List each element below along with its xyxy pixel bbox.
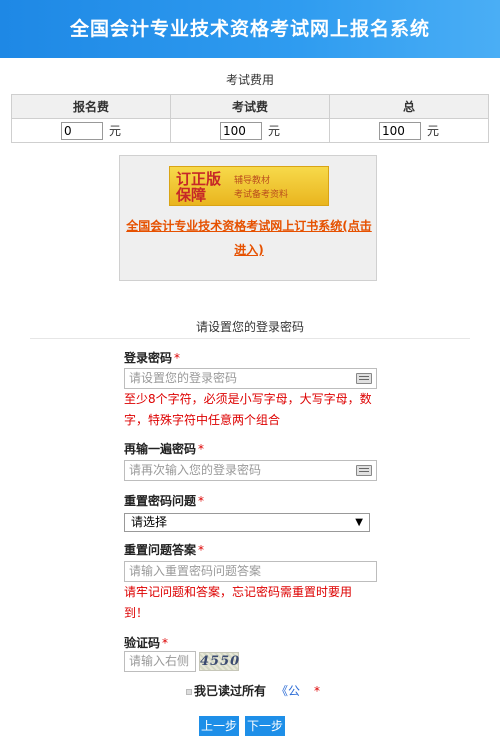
banner-subtext: 辅导教材 考试备考资料: [234, 174, 288, 202]
required-mark: *: [174, 351, 181, 365]
required-mark: *: [314, 684, 321, 698]
keyboard-icon[interactable]: [356, 465, 372, 476]
banner-line-1: 订正版: [176, 170, 222, 188]
exam-fee-field[interactable]: [219, 121, 262, 140]
prev-step-button[interactable]: 上一步: [199, 716, 239, 736]
required-mark: *: [162, 636, 169, 650]
fee-header-total: 总: [329, 94, 489, 119]
reset-question-select[interactable]: 请选择 ▼: [124, 513, 370, 532]
agreement-row: 我已读过所有 《公 *: [186, 682, 320, 699]
answer-hint: 请牢记问题和答案，忘记密码需重置时要用到！: [124, 585, 353, 620]
banner-sub-line-1: 辅导教材: [234, 176, 271, 186]
password-field[interactable]: 请设置您的登录密码: [124, 368, 377, 389]
captcha-placeholder: 请输入右侧: [129, 654, 190, 668]
confirm-placeholder: 请再次输入您的登录密码: [129, 463, 262, 477]
captcha-label-text: 验证码: [124, 636, 161, 650]
answer-placeholder: 请输入重置密码问题答案: [129, 564, 262, 578]
captcha-field[interactable]: 请输入右侧: [124, 651, 196, 672]
dropdown-arrow-icon: ▼: [355, 517, 363, 528]
required-mark: *: [198, 494, 205, 508]
reset-answer-label: 重置问题答案 *: [124, 541, 204, 558]
reset-answer-field[interactable]: 请输入重置密码问题答案: [124, 561, 377, 582]
book-order-link[interactable]: 全国会计专业技术资格考试网上订书系统(点击进入): [120, 214, 378, 262]
book-order-banner[interactable]: 订正版 保障 辅导教材 考试备考资料: [169, 166, 329, 206]
fee-caption: 考试费用: [225, 73, 274, 87]
fee-header-registration: 报名费: [11, 94, 171, 119]
banner-headline: 订正版 保障: [176, 171, 221, 203]
fee-header-exam: 考试费: [170, 94, 330, 119]
fee-unit: 元: [108, 124, 121, 138]
fee-cell-registration: 元: [11, 118, 171, 143]
captcha-image[interactable]: 4550: [199, 652, 239, 671]
required-mark: *: [198, 543, 205, 557]
agreement-text: 我已读过所有: [194, 684, 267, 698]
registration-fee-field[interactable]: [60, 121, 103, 140]
password-placeholder: 请设置您的登录密码: [129, 371, 238, 385]
fee-table: 报名费 考试费 总 元 元 元: [11, 94, 489, 143]
banner-line-2: 保障: [176, 186, 207, 204]
fee-cell-total: 元: [329, 118, 489, 143]
password-hint: 至少8个字符，必须是小写字母，大写字母，数字，特殊字符中任意两个组合: [124, 392, 372, 427]
captcha-label: 验证码 *: [124, 634, 168, 651]
keyboard-icon[interactable]: [356, 373, 372, 384]
confirm-password-field[interactable]: 请再次输入您的登录密码: [124, 460, 377, 481]
total-fee-field[interactable]: [378, 121, 421, 140]
confirm-password-label: 再输一遍密码 *: [124, 440, 204, 457]
question-label-text: 重置密码问题: [124, 494, 197, 508]
next-step-button[interactable]: 下一步: [245, 716, 285, 736]
header-bar: 全国会计专业技术资格考试网上报名系统: [0, 0, 500, 58]
answer-label-text: 重置问题答案: [124, 543, 197, 557]
required-mark: *: [198, 442, 205, 456]
page-title: 全国会计专业技术资格考试网上报名系统: [69, 18, 430, 40]
password-label-text: 登录密码: [124, 351, 173, 365]
agreement-checkbox[interactable]: [186, 688, 192, 695]
book-order-box: 订正版 保障 辅导教材 考试备考资料 全国会计专业技术资格考试网上订书系统(点击…: [119, 155, 377, 281]
section-divider: [30, 338, 470, 339]
fee-unit: 元: [426, 124, 439, 138]
password-section-title: 请设置您的登录密码: [195, 320, 304, 334]
password-label: 登录密码 *: [124, 349, 180, 366]
agreement-link[interactable]: 《公: [276, 684, 300, 698]
confirm-label-text: 再输一遍密码: [124, 442, 197, 456]
fee-cell-exam: 元: [170, 118, 330, 143]
reset-question-label: 重置密码问题 *: [124, 492, 204, 509]
fee-unit: 元: [267, 124, 280, 138]
banner-sub-line-2: 考试备考资料: [234, 190, 289, 200]
question-selected-value: 请选择: [131, 515, 168, 529]
